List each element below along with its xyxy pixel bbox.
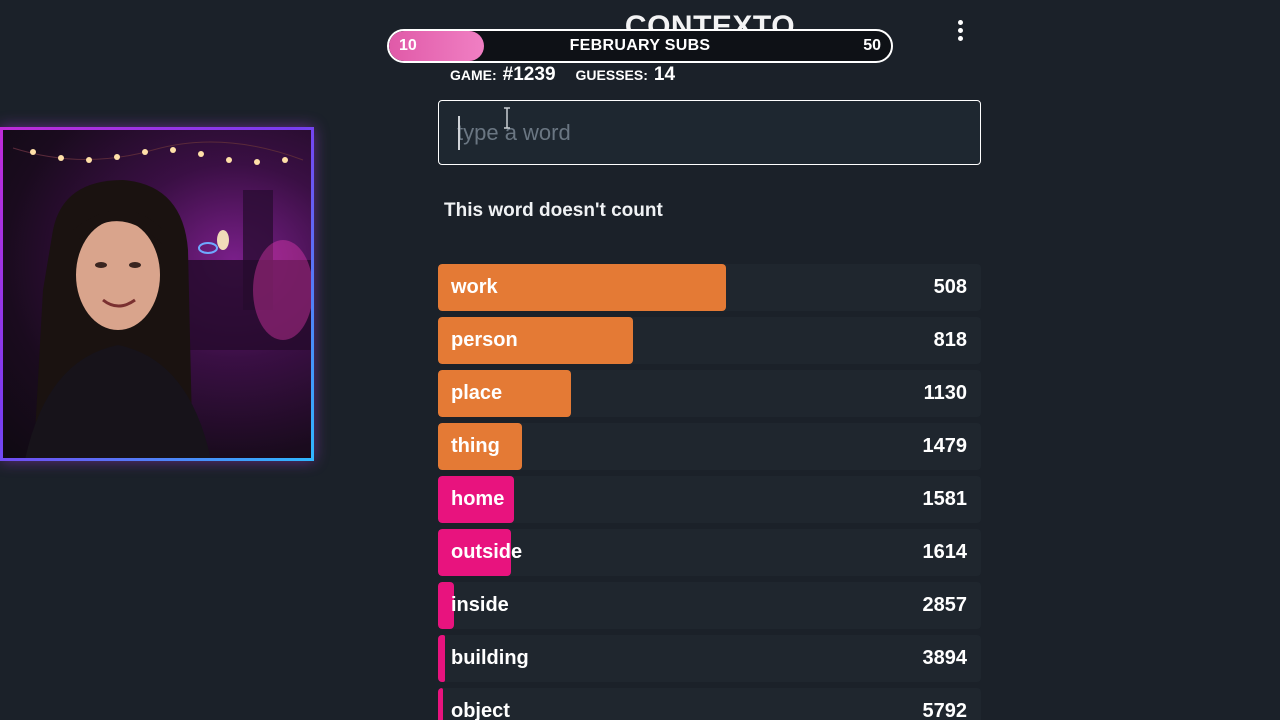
guess-row: building 3894: [438, 635, 981, 682]
guess-word: person: [451, 329, 518, 351]
guess-rank: 1479: [922, 435, 968, 457]
guesses-label: GUESSES:: [575, 67, 648, 83]
stream-stage: CONTEXTO 10 FEBRUARY SUBS 50 GAME: #1239…: [0, 0, 1280, 720]
menu-dot: [957, 19, 963, 25]
webcam-overlay: [0, 127, 314, 461]
guess-row: work 508: [438, 264, 981, 311]
sub-goal-label: FEBRUARY SUBS: [569, 37, 711, 54]
feedback-message: This word doesn't count: [444, 200, 663, 221]
game-info: GAME: #1239 GUESSES: 14: [450, 64, 675, 88]
guess-rank: 1581: [922, 488, 968, 510]
game-number: #1239: [502, 64, 556, 85]
menu-dot: [957, 27, 963, 33]
sub-goal-end: 50: [863, 37, 881, 54]
guess-row: person 818: [438, 317, 981, 364]
guess-rank: 1614: [922, 541, 968, 563]
text-caret: [458, 116, 460, 150]
webcam-feed: [3, 130, 311, 458]
sub-goal-bar: 10 FEBRUARY SUBS 50: [387, 29, 893, 63]
guess-word: thing: [451, 435, 500, 457]
guess-row: object 5792: [438, 688, 981, 720]
game-label: GAME:: [450, 67, 497, 83]
guess-word: place: [451, 382, 503, 404]
word-input[interactable]: [438, 100, 981, 165]
guess-rank: 3894: [922, 647, 968, 669]
guess-row: thing 1479: [438, 423, 981, 470]
streamer-image: [25, 180, 211, 458]
similarity-bar: [438, 688, 444, 720]
menu-dot: [957, 35, 963, 41]
more-options-icon[interactable]: [948, 16, 972, 44]
guess-word: object: [451, 700, 510, 720]
guess-word: building: [451, 647, 529, 669]
guess-row: inside 2857: [438, 582, 981, 629]
guess-rank: 508: [933, 276, 967, 298]
guess-word: home: [451, 488, 505, 510]
guess-word: work: [451, 276, 498, 298]
guess-rank: 5792: [922, 700, 968, 720]
guess-rank: 1130: [923, 382, 967, 404]
guess-word: outside: [451, 541, 523, 563]
guess-word: inside: [451, 594, 509, 616]
similarity-bar: [438, 635, 445, 682]
guess-list: work 508 person 818 place 1130 thing 1479 home 15…: [438, 264, 981, 720]
guess-row: outside 1614: [438, 529, 981, 576]
guesses-count: 14: [653, 64, 676, 85]
text-cursor-icon: [504, 107, 510, 129]
guess-rank: 2857: [922, 594, 968, 616]
guess-rank: 818: [933, 329, 967, 351]
guess-row: place 1130: [438, 370, 981, 417]
guess-row: home 1581: [438, 476, 981, 523]
